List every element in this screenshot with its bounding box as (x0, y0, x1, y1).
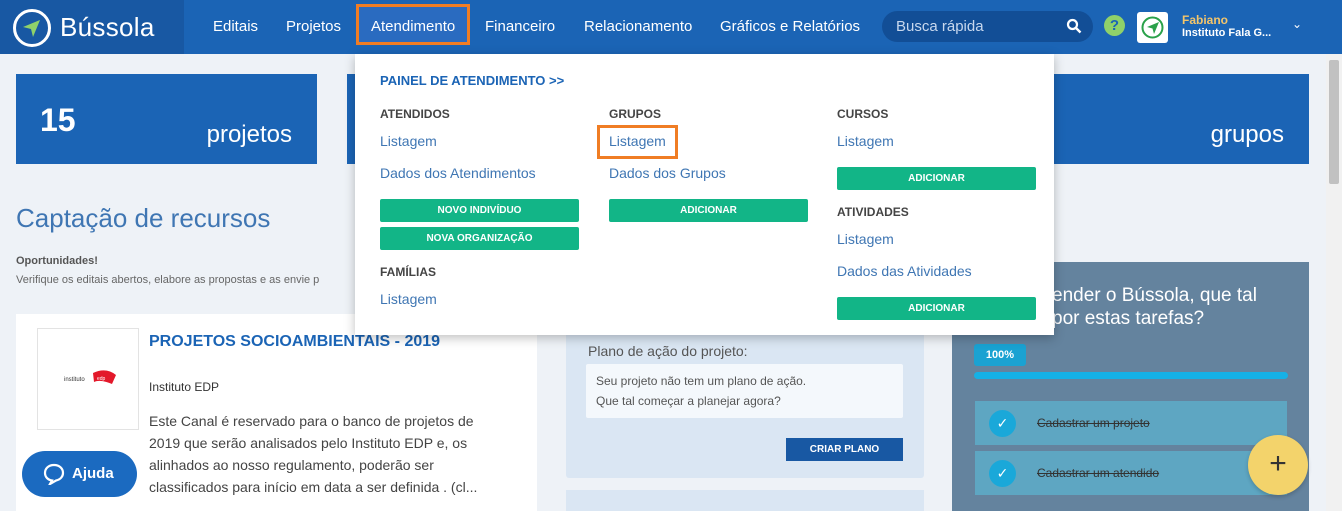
task-label: Cadastrar um atendido (1037, 466, 1160, 480)
task-item[interactable]: ✓ Cadastrar um projeto (975, 401, 1287, 445)
svg-text:instituto: instituto (64, 377, 85, 383)
section-title: Captação de recursos (16, 203, 271, 233)
task-item[interactable]: ✓ Cadastrar um atendido (975, 451, 1287, 495)
atendimento-dropdown-menu: PAINEL DE ATENDIMENTO >> ATENDIDOS Lista… (355, 54, 1054, 335)
chat-bubble-icon (43, 463, 65, 489)
user-name[interactable]: Fabiano (1182, 13, 1228, 27)
help-chat-button[interactable]: Ajuda (22, 451, 137, 497)
avatar[interactable] (1137, 12, 1168, 43)
card-org: Instituto EDP (149, 380, 220, 394)
user-org[interactable]: Instituto Fala G... (1182, 27, 1271, 39)
nav-relacionamento[interactable]: Relacionamento (584, 18, 692, 35)
scrollbar-thumb[interactable] (1329, 60, 1339, 184)
nav-graficos-relatorios[interactable]: Gráficos e Relatórios (720, 18, 860, 35)
atendidos-dados-link[interactable]: Dados dos Atendimentos (380, 165, 536, 181)
secondary-card (566, 490, 924, 511)
progress-bar (974, 372, 1288, 379)
plan-label: Plano de ação do projeto: (588, 343, 748, 359)
atividades-adicionar-button[interactable]: ADICIONAR (837, 297, 1036, 320)
onboarding-title: ender o Bússola, que tal por estas taref… (1052, 284, 1257, 330)
atividades-listagem-link[interactable]: Listagem (837, 231, 894, 247)
search-icon[interactable] (1066, 18, 1082, 39)
atividades-heading: ATIVIDADES (837, 205, 909, 219)
chevron-down-icon[interactable]: ⌄ (1292, 17, 1302, 31)
check-icon: ✓ (989, 460, 1016, 487)
stat-card-projetos[interactable]: 15 projetos (16, 74, 317, 164)
nav-editais[interactable]: Editais (213, 18, 258, 35)
opportunities-text: Verifique os editais abertos, elabore as… (16, 274, 320, 286)
onboarding-title-line2: por estas tarefas? (1052, 308, 1205, 329)
brand[interactable]: Bússola (0, 0, 184, 54)
add-fab-button[interactable]: + (1248, 435, 1308, 495)
nav-atendimento-label: Atendimento (371, 18, 456, 35)
stat-label: grupos (1210, 121, 1284, 148)
atividades-dados-link[interactable]: Dados das Atividades (837, 263, 972, 279)
atendidos-listagem-link[interactable]: Listagem (380, 133, 437, 149)
card-title[interactable]: PROJETOS SOCIOAMBIENTAIS - 2019 (149, 333, 449, 350)
action-plan-card: Plano de ação do projeto: Seu projeto nã… (566, 320, 924, 478)
task-label: Cadastrar um projeto (1037, 416, 1150, 430)
stat-label: projetos (206, 121, 292, 148)
help-icon[interactable]: ? (1104, 15, 1125, 36)
grupos-listagem-link[interactable]: Listagem (609, 133, 666, 149)
cursos-heading: CURSOS (837, 107, 889, 121)
plan-message-line2: Que tal começar a planejar agora? (596, 394, 781, 408)
opportunities-title: Oportunidades! (16, 255, 98, 267)
edp-logo: instituto edp (37, 328, 139, 430)
onboarding-title-line1: ender o Bússola, que tal (1052, 285, 1257, 306)
familias-listagem-link[interactable]: Listagem (380, 291, 437, 307)
check-icon: ✓ (989, 410, 1016, 437)
search-input[interactable] (896, 17, 1056, 36)
nav-projetos[interactable]: Projetos (286, 18, 341, 35)
plan-message-line1: Seu projeto não tem um plano de ação. (596, 374, 807, 388)
nav-atendimento[interactable]: Atendimento (356, 4, 470, 45)
plan-message-box: Seu projeto não tem um plano de ação. Qu… (586, 364, 903, 418)
nova-organizacao-button[interactable]: NOVA ORGANIZAÇÃO (380, 227, 579, 250)
cursos-adicionar-button[interactable]: ADICIONAR (837, 167, 1036, 190)
atendidos-heading: ATENDIDOS (380, 107, 450, 121)
grupos-adicionar-button[interactable]: ADICIONAR (609, 199, 808, 222)
compass-logo-icon (13, 9, 51, 47)
top-navbar: Bússola Editais Projetos Atendimento Fin… (0, 0, 1342, 54)
cursos-listagem-link[interactable]: Listagem (837, 133, 894, 149)
stat-value: 15 (40, 102, 76, 138)
brand-name: Bússola (60, 12, 155, 42)
progress-badge: 100% (974, 344, 1026, 366)
grupos-dados-link[interactable]: Dados dos Grupos (609, 165, 726, 181)
create-plan-button[interactable]: CRIAR PLANO (786, 438, 903, 461)
card-description: Este Canal é reservado para o banco de p… (149, 413, 478, 495)
nav-financeiro[interactable]: Financeiro (485, 18, 555, 35)
novo-individuo-button[interactable]: NOVO INDIVÍDUO (380, 199, 579, 222)
svg-text:edp: edp (97, 376, 106, 382)
quick-search (882, 11, 1093, 42)
grupos-heading: GRUPOS (609, 107, 662, 121)
help-label: Ajuda (72, 465, 114, 482)
familias-heading: FAMÍLIAS (380, 265, 436, 279)
panel-link[interactable]: PAINEL DE ATENDIMENTO >> (380, 73, 564, 88)
